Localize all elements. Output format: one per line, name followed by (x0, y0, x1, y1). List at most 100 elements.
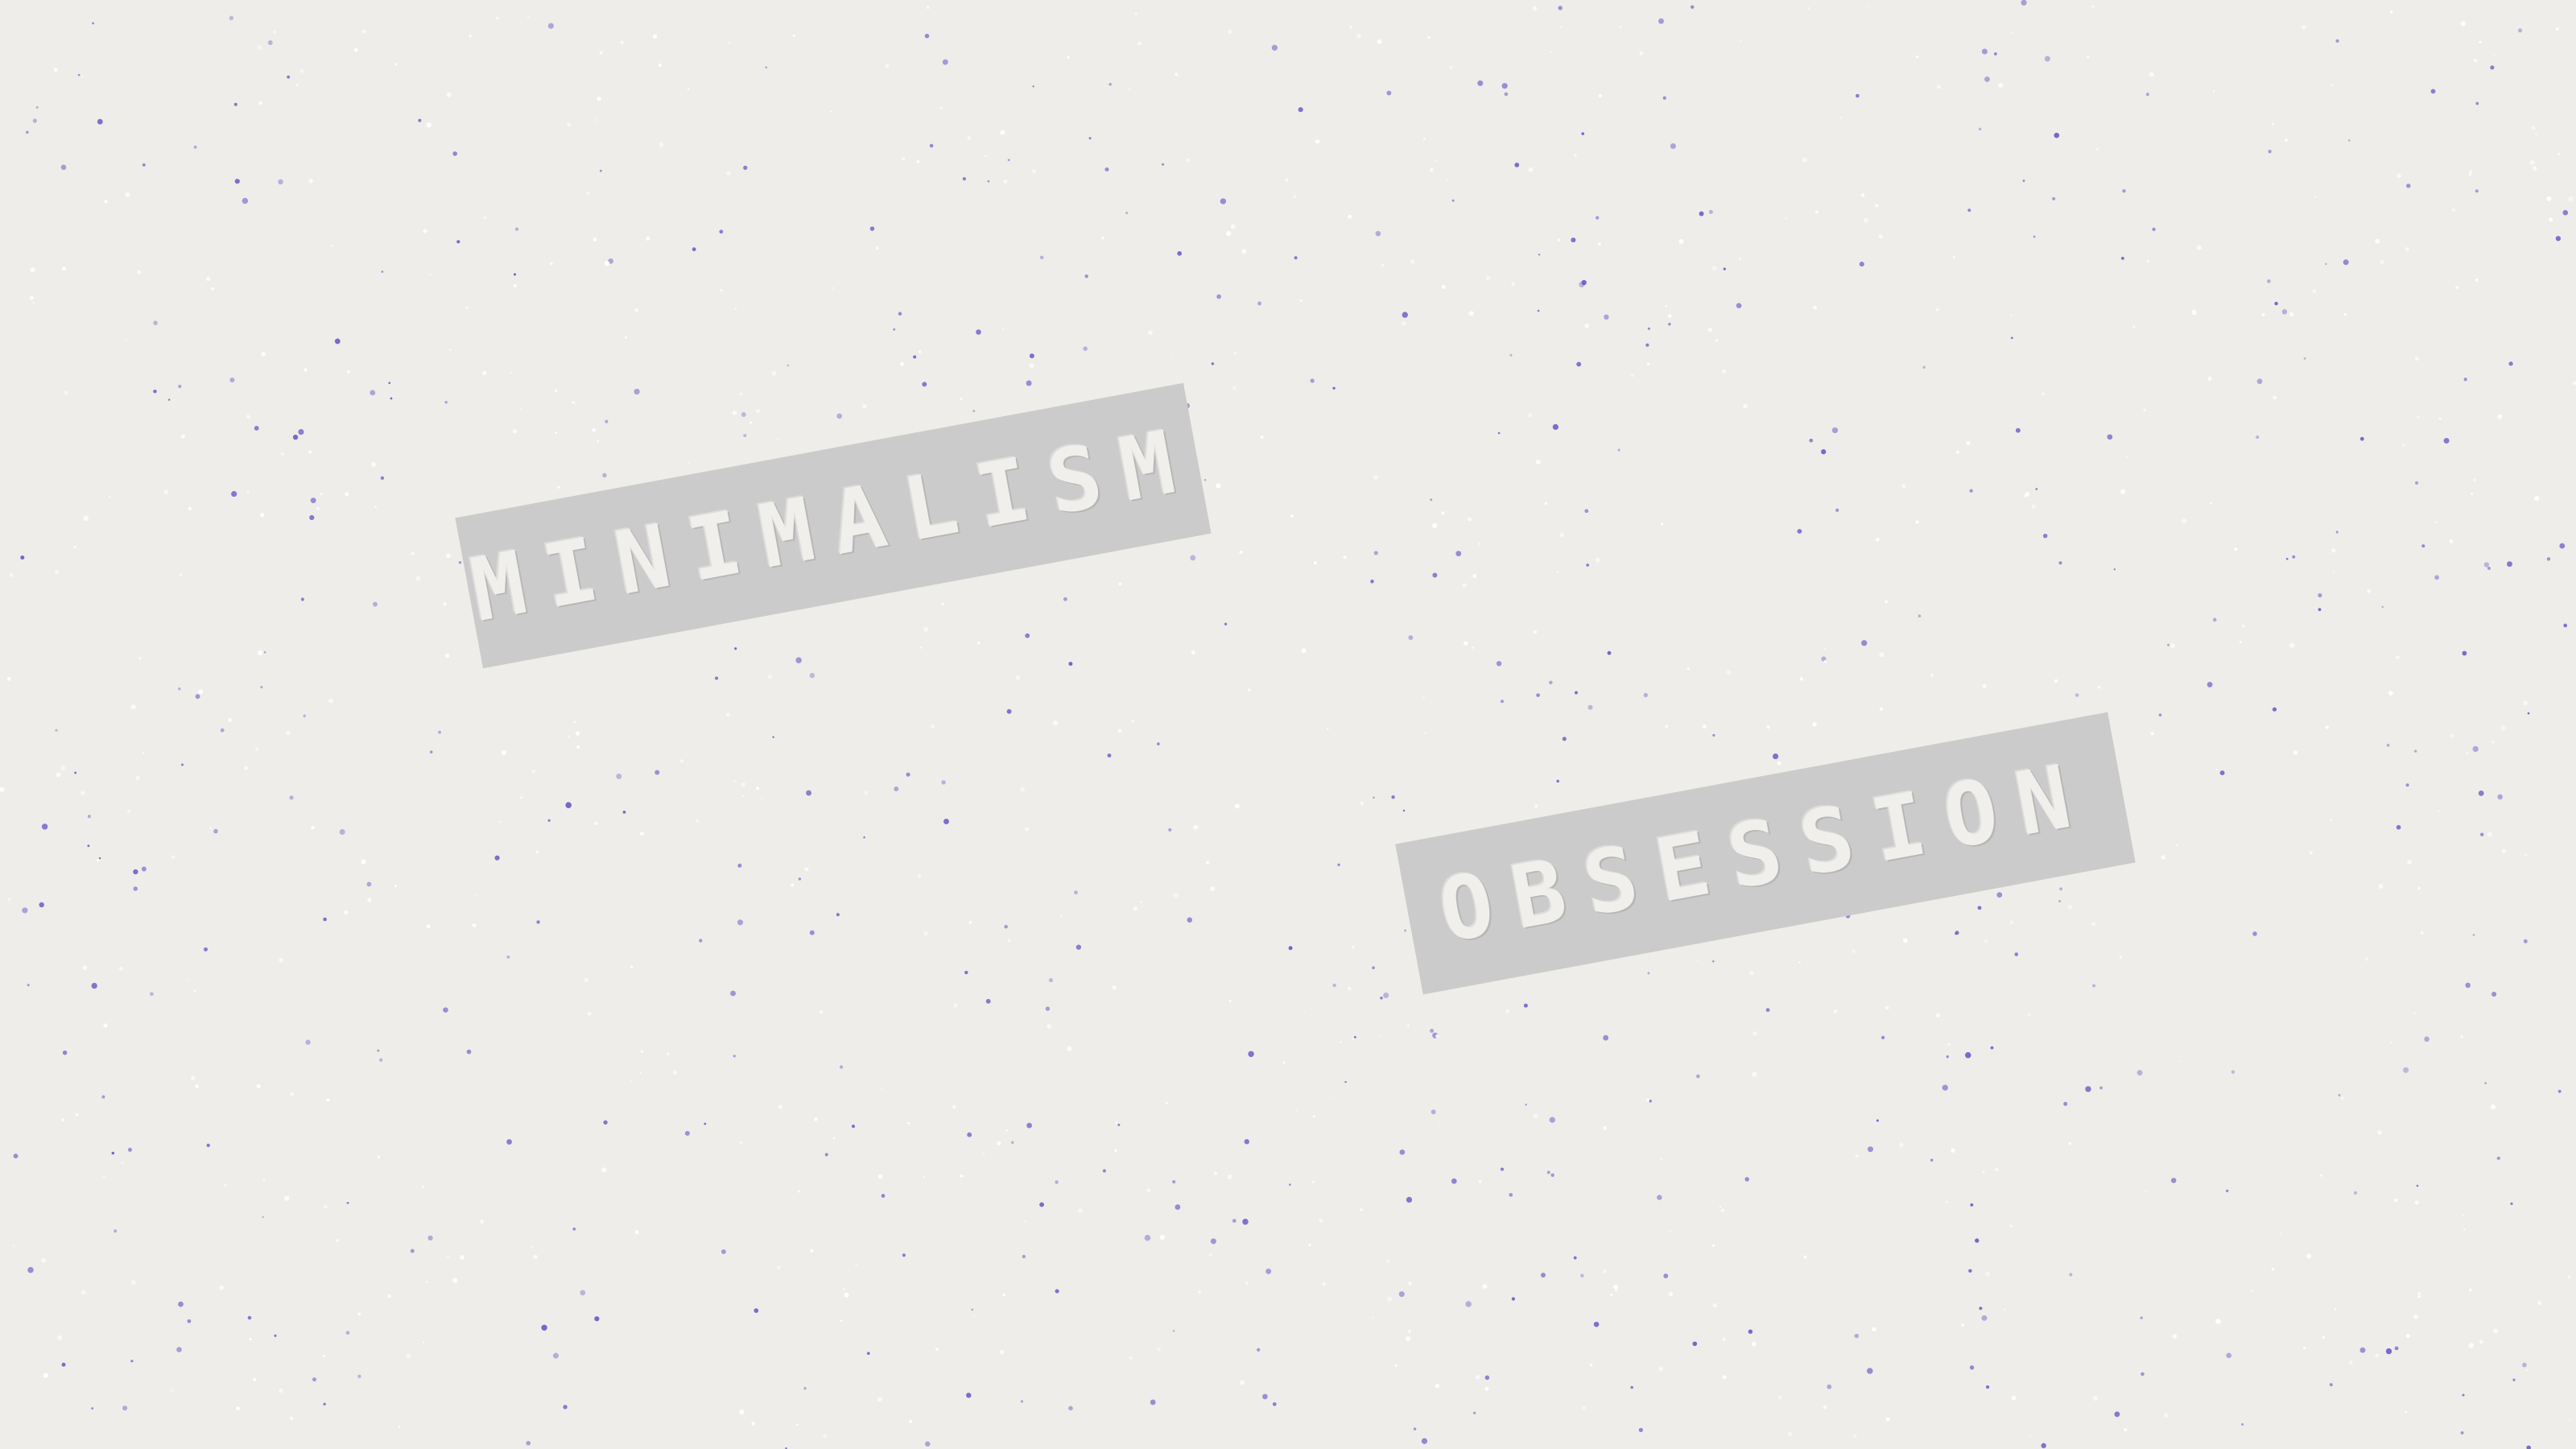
speckle-purple (1068, 1406, 1073, 1411)
speckle-white (733, 780, 736, 782)
speckle-purple (195, 694, 200, 700)
speckle-white (374, 505, 378, 509)
speckle-purple (373, 601, 378, 607)
speckle-white (1131, 719, 1135, 723)
speckle-white (2097, 685, 2101, 689)
speckle-white (2087, 56, 2090, 59)
speckle-purple (881, 1194, 886, 1198)
speckle-white (2348, 1360, 2353, 1364)
speckle-purple (2403, 1067, 2409, 1073)
speckle-white (2549, 217, 2553, 222)
speckle-purple (836, 413, 843, 419)
speckle-white (258, 650, 263, 656)
speckle-white (205, 276, 211, 281)
speckle-purple (1509, 1192, 1513, 1197)
speckle-white (1478, 1180, 1482, 1183)
speckle-white (1814, 210, 1818, 214)
speckle-purple (594, 1316, 600, 1322)
speckle-white (1722, 1338, 1726, 1341)
speckle-white (2413, 1012, 2416, 1014)
speckle-white (1852, 949, 1856, 953)
speckle-white (2438, 810, 2440, 812)
speckle-white (61, 266, 66, 271)
speckle-white (411, 551, 415, 555)
speckle-white (1332, 1096, 1335, 1099)
speckle-purple (111, 1151, 115, 1155)
speckle-white (1935, 1013, 1941, 1018)
speckle-purple (2158, 713, 2162, 717)
speckle-white (137, 270, 142, 275)
speckle-purple (254, 426, 259, 431)
speckle-purple (1723, 267, 1726, 270)
speckle-white (1486, 275, 1491, 281)
speckle-purple (1856, 93, 1860, 98)
speckle-white (2455, 286, 2459, 290)
speckle-white (1394, 1364, 1397, 1367)
speckle-white (530, 1245, 533, 1249)
speckle-purple (300, 597, 304, 601)
speckle-white (1245, 1281, 1249, 1285)
speckle-purple (2517, 28, 2523, 33)
speckle-white (797, 1190, 801, 1193)
speckle-white (303, 368, 308, 372)
speckle-white (2396, 655, 2400, 659)
speckle-white (180, 573, 182, 576)
speckle-white (2493, 54, 2496, 57)
speckle-white (244, 766, 248, 770)
speckle-purple (1029, 353, 1034, 359)
speckle-white (2473, 478, 2477, 482)
speckle-white (2435, 521, 2438, 524)
speckle-purple (263, 650, 266, 654)
speckle-white (1602, 1269, 1607, 1274)
speckle-purple (1477, 80, 1484, 86)
speckle-white (1052, 720, 1059, 726)
speckle-purple (2268, 150, 2272, 154)
speckle-white (1559, 26, 1562, 28)
speckle-white (1002, 1293, 1005, 1297)
speckle-white (2377, 1130, 2382, 1135)
speckle-white (1860, 193, 1865, 197)
speckle-white (592, 427, 597, 432)
speckle-purple (1265, 1268, 1272, 1274)
speckle-purple (1712, 733, 1715, 737)
speckle-white (2402, 444, 2405, 447)
speckle-white (0, 786, 5, 792)
speckle-white (1078, 1208, 1083, 1213)
speckle-white (1299, 299, 1302, 303)
speckle-white (2178, 1060, 2180, 1063)
speckle-white (658, 63, 662, 67)
speckle-purple (150, 992, 154, 997)
speckle-purple (2107, 434, 2113, 440)
speckle-white (1326, 728, 1329, 730)
speckle-purple (1055, 1289, 1059, 1294)
speckle-white (942, 603, 944, 605)
speckle-white (1799, 677, 1804, 681)
speckle-white (1158, 1348, 1162, 1352)
speckle-purple (2042, 533, 2048, 539)
speckle-white (1381, 263, 1385, 266)
speckle-purple (1967, 208, 1971, 213)
speckle-white (739, 392, 742, 395)
speckle-purple (967, 1132, 972, 1137)
speckle-white (1427, 35, 1431, 39)
speckle-white (2438, 417, 2442, 420)
speckle-white (2491, 741, 2495, 744)
speckle-white (1952, 256, 1955, 259)
speckle-white (1117, 729, 1122, 733)
speckle-white (1766, 725, 1770, 729)
speckle-purple (942, 59, 948, 65)
speckle-white (1738, 258, 1741, 261)
speckle-white (2310, 851, 2313, 855)
speckle-white (130, 704, 136, 710)
speckle-white (832, 1137, 836, 1140)
speckle-purple (1692, 1341, 1698, 1347)
speckle-purple (733, 1055, 736, 1058)
speckle-white (1660, 522, 1664, 526)
speckle-white (604, 261, 610, 266)
speckle-white (1239, 550, 1243, 555)
speckle-purple (1190, 555, 1196, 561)
speckle-white (2497, 414, 2503, 419)
speckle-purple (213, 828, 218, 834)
speckle-purple (803, 1386, 807, 1390)
speckle-white (1726, 670, 1732, 675)
